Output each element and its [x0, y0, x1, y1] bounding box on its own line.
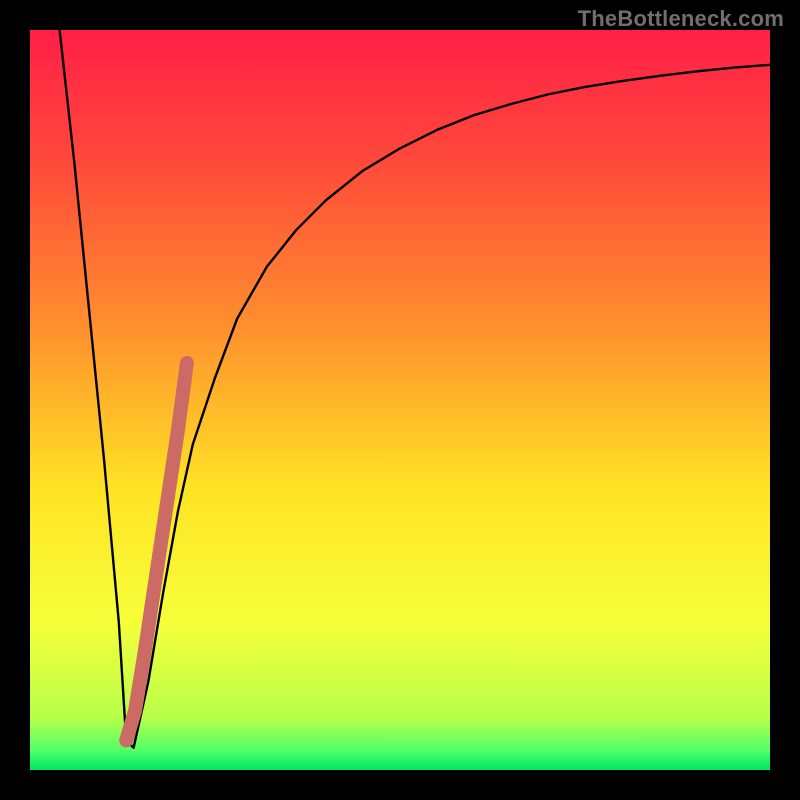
chart-stage: TheBottleneck.com	[0, 0, 800, 800]
watermark-text: TheBottleneck.com	[578, 6, 784, 32]
chart-svg	[0, 0, 800, 800]
